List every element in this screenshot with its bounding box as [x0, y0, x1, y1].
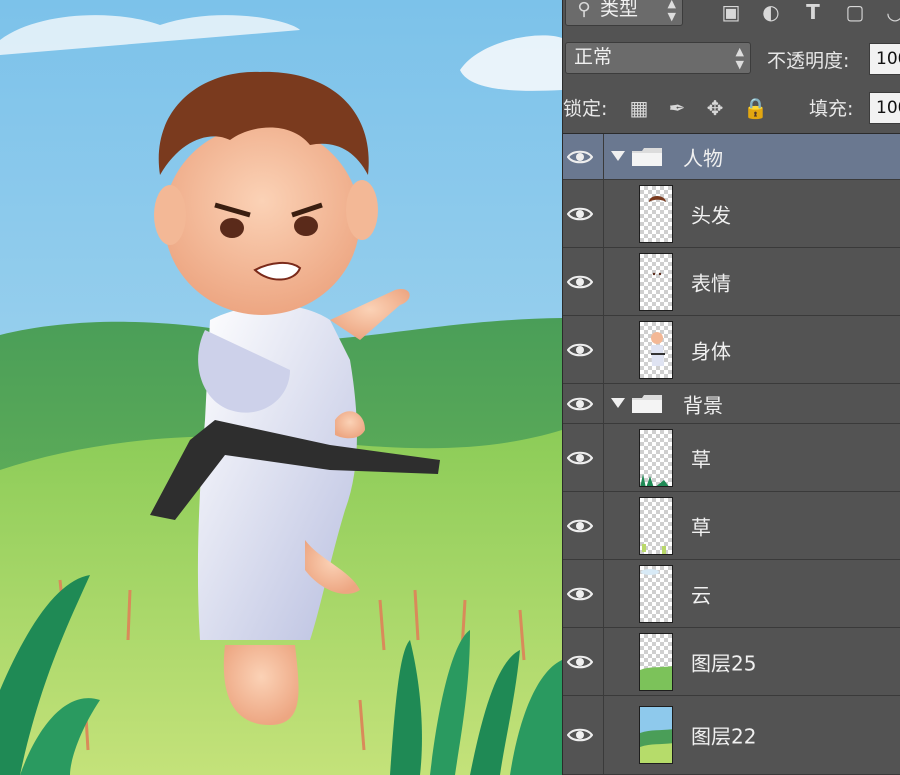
- layer-thumbnail: [639, 320, 673, 379]
- eye-icon[interactable]: [567, 341, 593, 359]
- image-filter-icon[interactable]: ▣: [719, 0, 743, 24]
- move-icon[interactable]: ✥: [703, 96, 727, 120]
- eye-icon[interactable]: [567, 205, 593, 223]
- layer-thumbnail: [639, 564, 673, 623]
- layer-group-row[interactable]: 人物: [563, 134, 900, 180]
- illustration: [0, 0, 562, 775]
- eye-icon[interactable]: [567, 517, 593, 535]
- lock-transparent-icon[interactable]: ▦: [627, 96, 651, 120]
- blend-mode-select[interactable]: 正常 ▲ ▼: [565, 42, 751, 74]
- expand-triangle-icon[interactable]: [611, 150, 625, 161]
- visibility-column[interactable]: [563, 424, 604, 491]
- layer-row[interactable]: 头发: [563, 180, 900, 248]
- eye-icon[interactable]: [567, 148, 593, 166]
- layer-name: 头发: [691, 203, 731, 227]
- fill-field[interactable]: 100%: [869, 92, 900, 124]
- visibility-column[interactable]: [563, 384, 604, 423]
- layer-thumbnail: [639, 632, 673, 691]
- layer-name: 云: [691, 583, 711, 607]
- visibility-column[interactable]: [563, 180, 604, 247]
- adjustment-filter-icon[interactable]: ◐: [759, 0, 783, 24]
- opacity-field[interactable]: 100%: [869, 43, 900, 75]
- visibility-column[interactable]: [563, 696, 604, 774]
- layer-name: 图层22: [691, 724, 757, 749]
- lock-row: 锁定: ▦ ✒ ✥ 🔒 填充: 100%: [563, 82, 900, 134]
- layer-name: 草: [691, 447, 711, 471]
- layer-filter-bar: ⚲ 类型 ▲▼ ▣ ◐ T ▢ ◡: [563, 0, 900, 38]
- visibility-column[interactable]: [563, 560, 604, 627]
- filter-kind-select[interactable]: ⚲ 类型 ▲ ▼: [565, 0, 683, 26]
- blend-row: 正常 ▲▼ 不透明度: 100%: [563, 38, 900, 82]
- layer-row[interactable]: 身体: [563, 316, 900, 384]
- eye-icon[interactable]: [567, 449, 593, 467]
- select-arrows-icon: ▲ ▼: [735, 45, 744, 71]
- layer-thumbnail: [639, 706, 673, 764]
- layer-thumbnail: [639, 496, 673, 555]
- folder-icon: [632, 147, 662, 166]
- layer-row[interactable]: 表情: [563, 248, 900, 316]
- layer-group-row[interactable]: 背景: [563, 384, 900, 424]
- layer-thumbnail: [639, 252, 673, 311]
- layer-thumbnail: [639, 428, 673, 487]
- filter-kind-label: 类型: [600, 0, 639, 20]
- visibility-column[interactable]: [563, 628, 604, 695]
- eye-icon[interactable]: [567, 585, 593, 603]
- layer-name: 图层25: [691, 651, 757, 675]
- lock-icon[interactable]: 🔒: [743, 96, 768, 120]
- visibility-column[interactable]: [563, 248, 604, 315]
- shape-filter-icon[interactable]: ▢: [843, 0, 867, 24]
- layer-name: 草: [691, 515, 711, 539]
- layer-name: 身体: [691, 339, 731, 363]
- blend-mode-label: 正常: [574, 46, 613, 68]
- search-icon: ⚲: [577, 0, 591, 20]
- layer-row[interactable]: 草: [563, 424, 900, 492]
- fill-label: 填充:: [809, 98, 854, 120]
- layer-row[interactable]: 图层25: [563, 628, 900, 696]
- layer-thumbnail: [639, 184, 673, 243]
- layer-name: 人物: [683, 146, 723, 170]
- expand-triangle-icon[interactable]: [611, 397, 625, 408]
- eye-icon[interactable]: [567, 726, 593, 744]
- smart-object-filter-icon[interactable]: ◡: [883, 0, 900, 24]
- eye-icon[interactable]: [567, 653, 593, 671]
- eye-icon[interactable]: [567, 395, 593, 413]
- eye-icon[interactable]: [567, 273, 593, 291]
- brush-icon[interactable]: ✒: [665, 96, 689, 120]
- folder-icon: [632, 394, 662, 413]
- select-arrows-icon: ▲ ▼: [667, 0, 676, 23]
- document-canvas[interactable]: [0, 0, 562, 775]
- layer-row[interactable]: 图层22: [563, 696, 900, 775]
- visibility-column[interactable]: [563, 492, 604, 559]
- opacity-label: 不透明度:: [767, 50, 850, 72]
- layer-name: 表情: [691, 271, 731, 295]
- type-filter-icon[interactable]: T: [801, 0, 825, 24]
- layer-row[interactable]: 云: [563, 560, 900, 628]
- layer-name: 背景: [683, 393, 723, 417]
- visibility-column[interactable]: [563, 316, 604, 383]
- visibility-column[interactable]: [563, 134, 604, 179]
- layers-panel: ⚲ 类型 ▲▼ ▣ ◐ T ▢ ◡ 正常 ▲▼ 不透明度: 100% 锁定: ▦…: [562, 0, 900, 775]
- layer-row[interactable]: 草: [563, 492, 900, 560]
- lock-label: 锁定:: [563, 98, 608, 120]
